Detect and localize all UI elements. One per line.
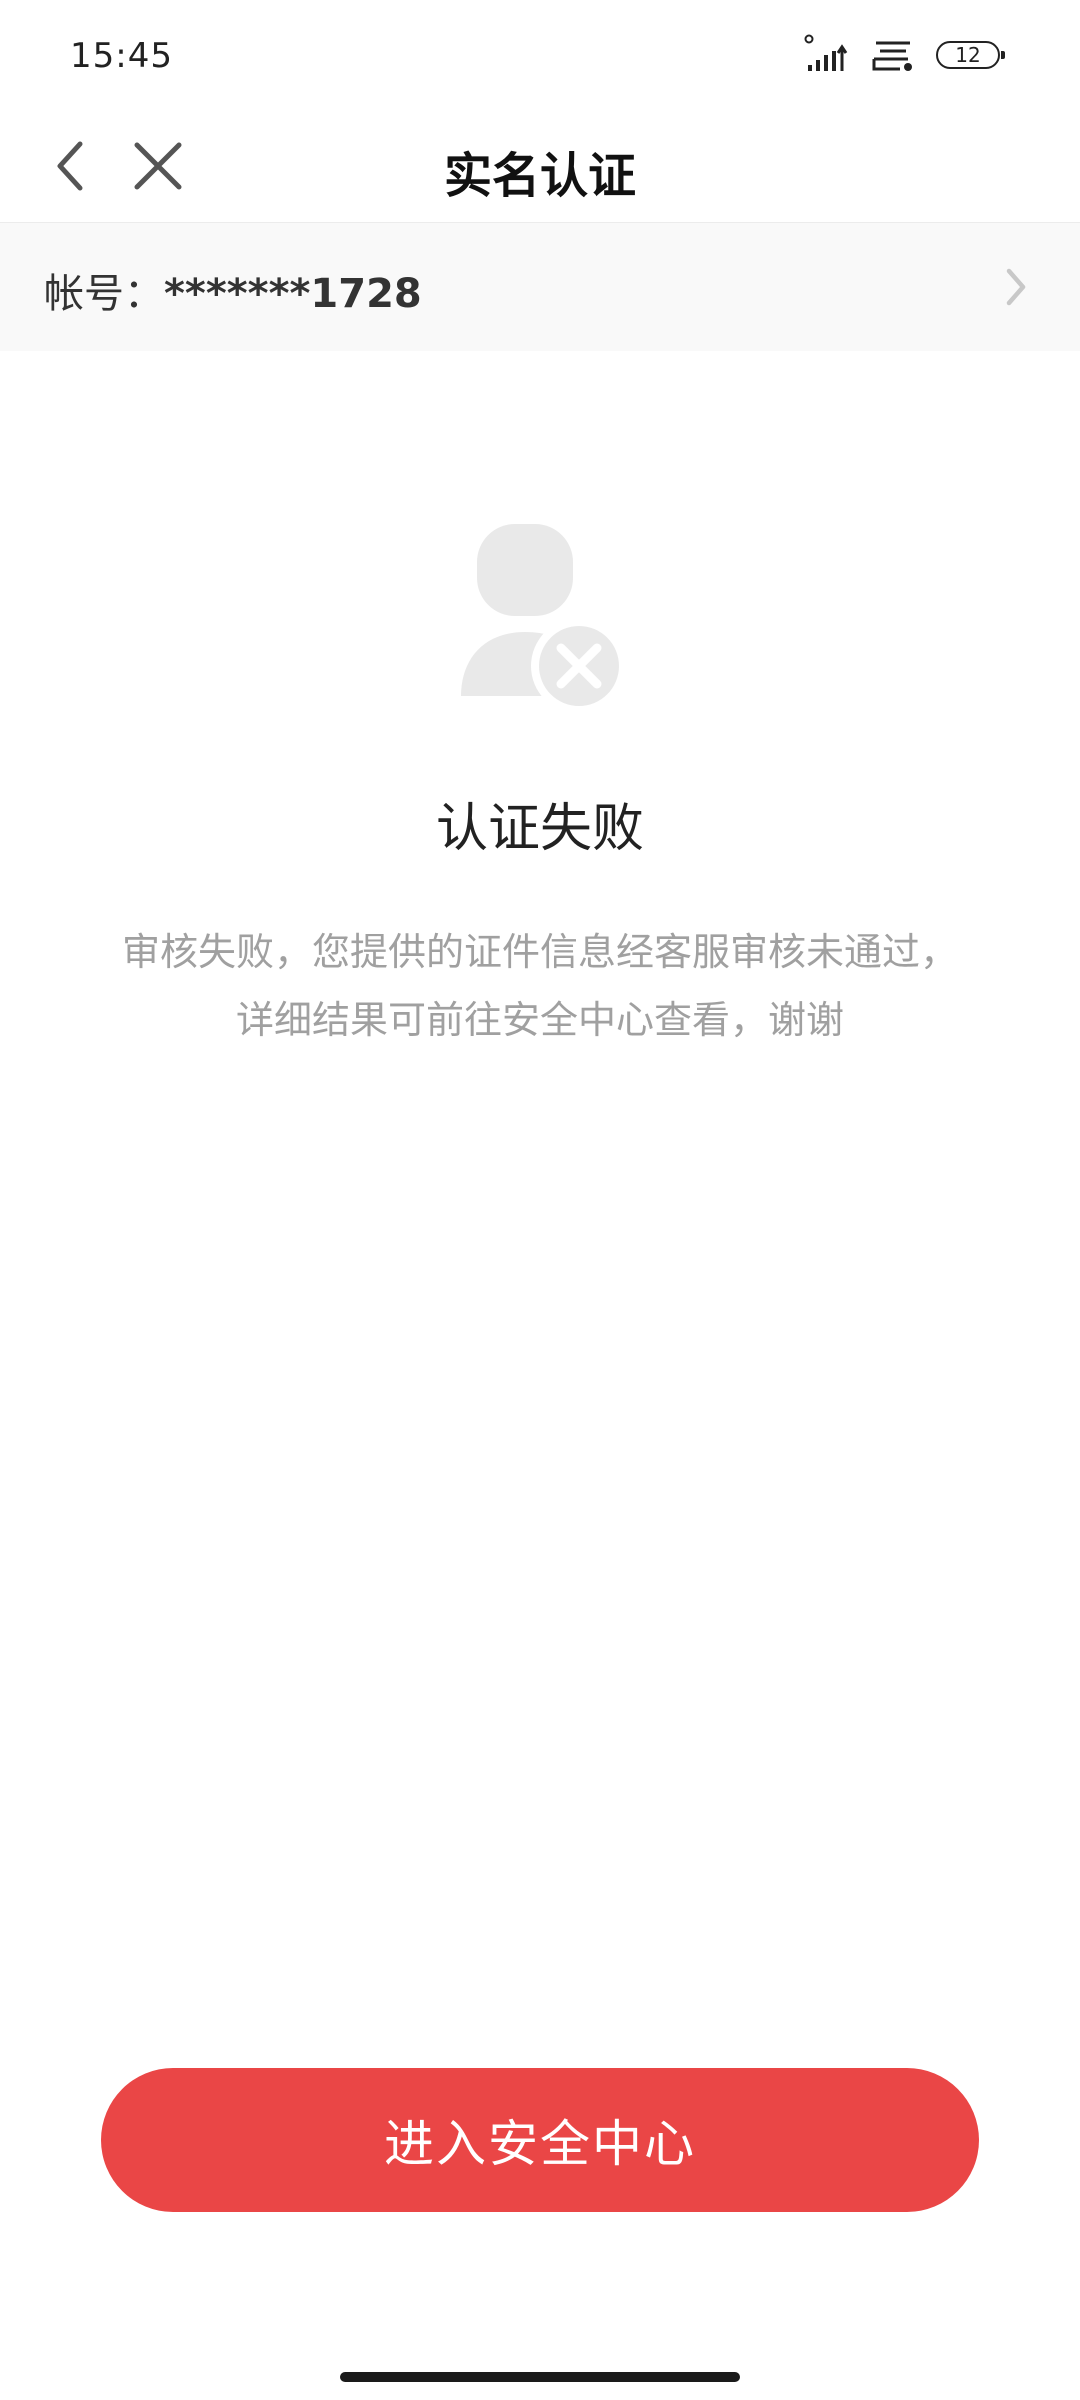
account-label: 帐号：: [44, 271, 164, 317]
chevron-right-icon: [996, 263, 1036, 311]
nav-bar: 实名认证: [0, 110, 1080, 223]
result-description: 审核失败，您提供的证件信息经客服审核未通过，详细结果可前往安全中心查看，谢谢: [121, 930, 958, 1042]
account-info: 帐号：*******1728: [44, 261, 422, 319]
enter-security-center-button[interactable]: 进入安全中心: [101, 2068, 979, 2212]
result-title: 认证失败: [435, 799, 644, 859]
battery-icon: 12: [936, 41, 1005, 69]
wifi-icon: [870, 33, 914, 77]
home-indicator[interactable]: [340, 2372, 740, 2382]
status-icons: 12: [804, 30, 1005, 80]
signal-icon: [804, 33, 848, 77]
account-value: *******1728: [164, 271, 422, 317]
status-time: 15:45: [70, 36, 173, 76]
page-title: 实名认证: [443, 148, 636, 204]
user-failed-icon: [455, 520, 627, 714]
status-bar: 15:45 12: [0, 0, 1080, 110]
account-row[interactable]: 帐号：*******1728: [0, 223, 1080, 351]
